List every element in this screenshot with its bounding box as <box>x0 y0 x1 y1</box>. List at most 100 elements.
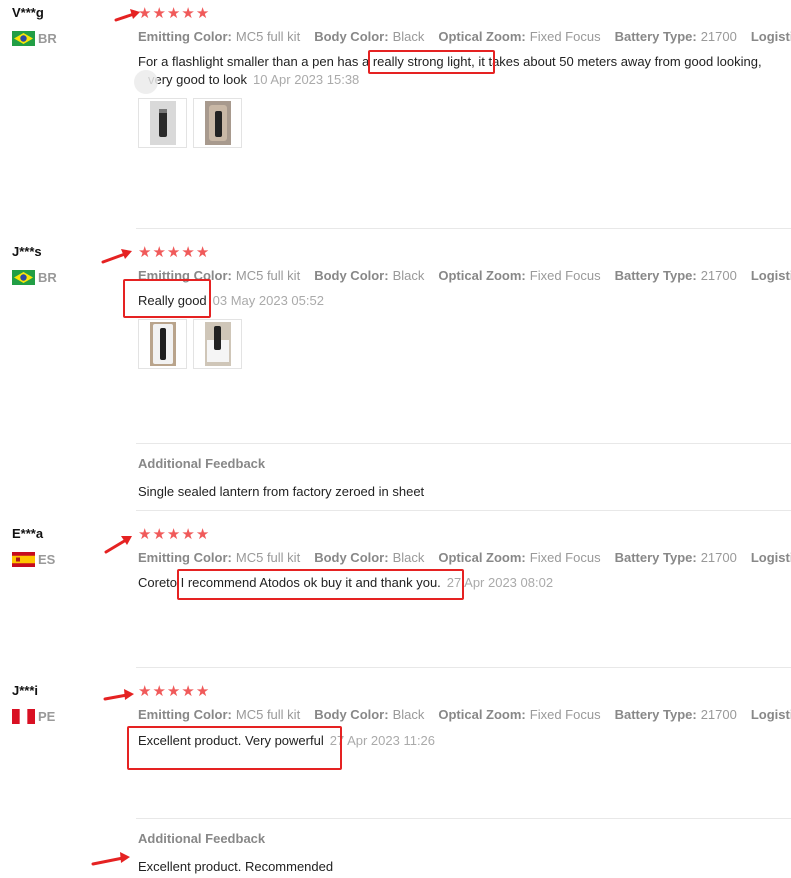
annotation-arrow-icon <box>91 852 130 866</box>
spec-value: 21700 <box>700 550 737 565</box>
spec-label: Battery Type: <box>614 550 697 565</box>
annotation-arrow-icon <box>114 9 140 22</box>
flashlight-photo-icon <box>205 101 231 145</box>
review-photo-thumbnail[interactable] <box>138 319 187 369</box>
additional-feedback-title: Additional Feedback <box>138 831 266 846</box>
country-code: PE <box>38 709 56 724</box>
spec-value: Fixed Focus <box>529 268 601 283</box>
star-rating: ★ ★ ★ ★ ★ <box>138 245 209 260</box>
product-specs: Emitting Color: MC5 full kit Body Color: Bl… <box>138 268 791 283</box>
spec-label: Emitting Color: <box>138 550 232 565</box>
star-icon: ★ <box>138 682 152 700</box>
spec-label: Emitting Color: <box>138 29 232 44</box>
reviewer-country: BR <box>12 270 57 285</box>
spec-label: Battery Type: <box>614 29 697 44</box>
star-icon: ★ <box>195 682 210 700</box>
review-photo-thumbnail[interactable] <box>193 319 242 369</box>
annotation-arrow-icon <box>103 689 134 701</box>
star-icon: ★ <box>195 525 210 543</box>
review-date: 27 Apr 2023 11:26 <box>329 733 436 748</box>
flashlight-photo-icon <box>205 322 231 366</box>
review-divider <box>136 228 791 229</box>
spec-label: Logistics: <box>750 550 791 565</box>
reviewer-name: V***g <box>12 5 44 20</box>
brazil-flag-icon <box>12 31 35 46</box>
spec-label: Body Color: <box>314 707 389 722</box>
spec-value: Black <box>392 268 425 283</box>
review-photo-thumbnail[interactable] <box>193 98 242 148</box>
spec-value: 21700 <box>700 29 737 44</box>
review-divider <box>136 667 791 668</box>
reviewer-country: BR <box>12 31 57 46</box>
highlight-box <box>368 50 495 74</box>
spec-label: Optical Zoom: <box>438 29 526 44</box>
review-photo-thumbnail[interactable] <box>138 98 187 148</box>
reviewer-country: PE <box>12 709 55 724</box>
star-icon: ★ <box>166 525 181 543</box>
star-rating: ★ ★ ★ ★ ★ <box>138 527 209 542</box>
reviewer-name: J***s <box>12 244 42 259</box>
spain-flag-icon <box>12 552 35 567</box>
spec-value: Fixed Focus <box>529 29 601 44</box>
brazil-flag-icon <box>12 270 35 285</box>
additional-feedback-title: Additional Feedback <box>138 456 266 471</box>
star-icon: ★ <box>152 243 166 261</box>
reviewer-country: ES <box>12 552 55 567</box>
spec-label: Emitting Color: <box>138 707 232 722</box>
star-icon: ★ <box>138 243 152 261</box>
spec-label: Body Color: <box>314 268 389 283</box>
star-icon: ★ <box>152 682 166 700</box>
spec-value: Black <box>392 550 425 565</box>
spec-value: MC5 full kit <box>235 707 301 722</box>
reviewer-name: J***i <box>12 683 39 698</box>
star-icon: ★ <box>195 4 210 22</box>
spec-value: Black <box>392 707 425 722</box>
spec-value: Fixed Focus <box>529 550 601 565</box>
star-icon: ★ <box>181 243 195 261</box>
spec-label: Body Color: <box>314 550 389 565</box>
spec-label: Optical Zoom: <box>438 268 526 283</box>
review-date: 03 May 2023 05:52 <box>212 293 324 308</box>
highlight-box <box>177 569 464 600</box>
spec-value: Fixed Focus <box>529 707 601 722</box>
highlight-box <box>127 726 342 770</box>
image-placeholder-icon <box>134 70 158 94</box>
star-icon: ★ <box>152 4 166 22</box>
star-icon: ★ <box>181 525 195 543</box>
reviewer-name: E***a <box>12 526 44 541</box>
flashlight-photo-icon <box>150 101 176 145</box>
spec-label: Battery Type: <box>614 268 697 283</box>
spec-label: Battery Type: <box>614 707 697 722</box>
star-icon: ★ <box>152 525 166 543</box>
spec-value: 21700 <box>700 268 737 283</box>
product-specs: Emitting Color: MC5 full kit Body Color: Bl… <box>138 707 791 722</box>
highlight-box <box>123 279 211 318</box>
country-code: BR <box>38 31 57 46</box>
star-rating: ★ ★ ★ ★ ★ <box>138 6 209 21</box>
country-code: BR <box>38 270 57 285</box>
star-icon: ★ <box>166 4 181 22</box>
spec-label: Body Color: <box>314 29 389 44</box>
star-icon: ★ <box>138 525 152 543</box>
star-icon: ★ <box>181 4 195 22</box>
spec-value: 21700 <box>700 707 737 722</box>
spec-value: MC5 full kit <box>235 550 301 565</box>
star-icon: ★ <box>166 243 181 261</box>
spec-label: Logistics: <box>750 268 791 283</box>
review-text-continued: very good to look 10 Apr 2023 15:38 <box>148 72 359 87</box>
additional-feedback-text: Excellent product. Recommended <box>138 859 334 874</box>
additional-feedback-text: Single sealed lantern from factory zeroe… <box>138 484 425 499</box>
review-text-line2: very good to look <box>148 72 248 87</box>
annotation-arrow-icon <box>104 536 132 554</box>
spec-value: Black <box>392 29 425 44</box>
product-specs: Emitting Color: MC5 full kit Body Color: Bl… <box>138 550 791 565</box>
product-specs: Emitting Color: MC5 full kit Body Color: Bl… <box>138 29 791 44</box>
annotation-arrow-icon <box>101 249 132 264</box>
star-icon: ★ <box>181 682 195 700</box>
star-icon: ★ <box>195 243 210 261</box>
spec-value: MC5 full kit <box>235 268 301 283</box>
flashlight-photo-icon <box>150 322 176 366</box>
spec-label: Logistics: <box>750 29 791 44</box>
feedback-divider <box>136 818 791 819</box>
feedback-divider <box>136 443 791 444</box>
